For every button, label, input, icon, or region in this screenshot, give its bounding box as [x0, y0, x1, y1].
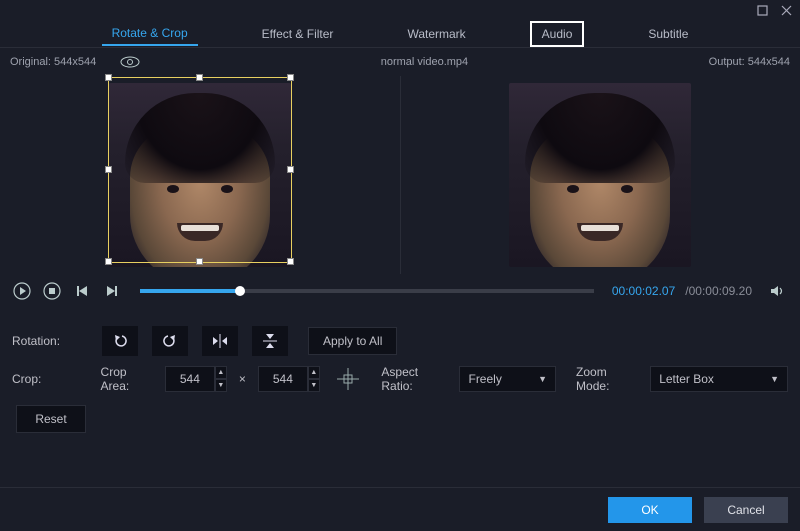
- rotation-label: Rotation:: [12, 334, 94, 348]
- crop-height-input[interactable]: 544: [258, 366, 308, 392]
- flip-vertical-button[interactable]: [252, 326, 288, 356]
- crop-label: Crop:: [12, 372, 93, 386]
- tab-bar: Rotate & Crop Effect & Filter Watermark …: [0, 20, 800, 48]
- flip-horizontal-button[interactable]: [202, 326, 238, 356]
- crop-area-label: Crop Area:: [101, 365, 157, 393]
- apply-to-all-button[interactable]: Apply to All: [308, 327, 397, 355]
- rotate-left-button[interactable]: [102, 326, 138, 356]
- volume-icon[interactable]: [768, 281, 788, 301]
- timeline-slider[interactable]: [140, 289, 594, 293]
- rotate-right-button[interactable]: [152, 326, 188, 356]
- cancel-button[interactable]: Cancel: [704, 497, 788, 523]
- play-icon[interactable]: [12, 281, 32, 301]
- playback-bar: 00:00:02.07/00:00:09.20: [0, 274, 800, 308]
- preview-output: [401, 76, 800, 274]
- close-icon[interactable]: [780, 4, 792, 16]
- chevron-down-icon: ▼: [538, 374, 547, 384]
- zoom-mode-select[interactable]: Letter Box▼: [650, 366, 788, 392]
- preview-original[interactable]: [0, 76, 400, 274]
- tab-audio[interactable]: Audio: [530, 21, 585, 47]
- stop-icon[interactable]: [42, 281, 62, 301]
- crop-height-down[interactable]: ▼: [308, 379, 320, 392]
- tab-watermark[interactable]: Watermark: [397, 23, 475, 45]
- filename-label: normal video.mp4: [140, 56, 708, 68]
- crop-width-input[interactable]: 544: [165, 366, 215, 392]
- times-label: ×: [239, 372, 246, 386]
- zoom-mode-label: Zoom Mode:: [576, 365, 642, 393]
- output-dimensions-label: Output: 544x544: [709, 56, 790, 68]
- tab-rotate-crop[interactable]: Rotate & Crop: [102, 22, 198, 46]
- time-duration: /00:00:09.20: [685, 284, 752, 298]
- original-dimensions-label: Original: 544x544: [10, 56, 96, 68]
- crop-width-up[interactable]: ▲: [215, 366, 227, 379]
- reset-button[interactable]: Reset: [16, 405, 86, 433]
- eye-icon[interactable]: [120, 56, 140, 68]
- tab-effect-filter[interactable]: Effect & Filter: [252, 23, 344, 45]
- next-frame-icon[interactable]: [102, 281, 122, 301]
- time-current: 00:00:02.07: [612, 284, 675, 298]
- tab-subtitle[interactable]: Subtitle: [638, 23, 698, 45]
- crop-width-down[interactable]: ▼: [215, 379, 227, 392]
- maximize-icon[interactable]: [756, 4, 768, 16]
- aspect-ratio-label: Aspect Ratio:: [381, 365, 451, 393]
- ok-button[interactable]: OK: [608, 497, 692, 523]
- aspect-ratio-select[interactable]: Freely▼: [459, 366, 556, 392]
- center-crop-icon[interactable]: [334, 365, 362, 393]
- prev-frame-icon[interactable]: [72, 281, 92, 301]
- chevron-down-icon: ▼: [770, 374, 779, 384]
- crop-height-up[interactable]: ▲: [308, 366, 320, 379]
